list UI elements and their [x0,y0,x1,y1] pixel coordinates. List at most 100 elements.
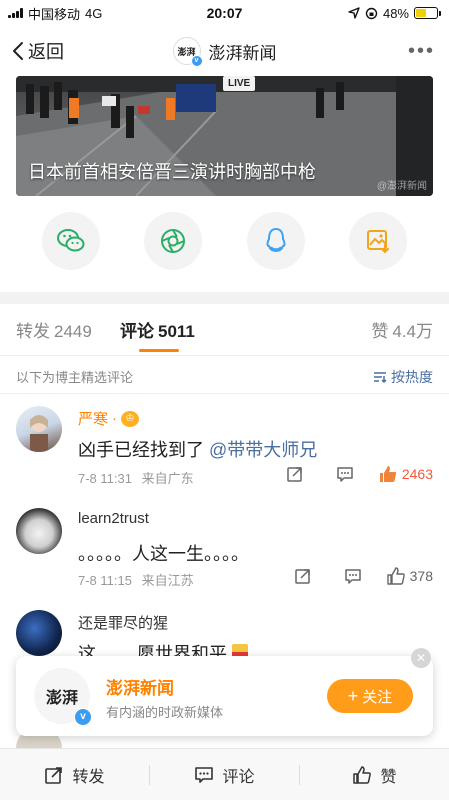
tab-likes-label: 赞 [371,322,389,341]
like-button[interactable]: 赞 [300,763,449,787]
comment-meta: 7-8 11:15 来自江苏 [78,570,194,589]
follow-card-avatar[interactable]: 澎湃 v [34,668,92,726]
status-bar: 中国移动 4G 20:07 48% [0,0,449,26]
comment-location: 来自广东 [141,471,194,486]
follow-card-logo-text: 澎湃 [45,688,78,707]
watermark: @澎湃新闻 [376,181,427,192]
thumbs-up-icon [353,765,372,784]
verified-badge-icon: v [190,55,203,67]
tab-likes-count: 4.4万 [392,322,433,341]
comment-icon [195,766,214,783]
comment-text: 。。。。。人这一生。。。。 [78,540,249,566]
commenter-name-row[interactable]: 严寒 · ♔ [78,408,140,429]
comment-label: 评论 [222,768,255,786]
save-image-button[interactable] [348,212,407,270]
nav-title[interactable]: 澎湃 v 澎湃新闻 [172,37,277,67]
close-card-button[interactable]: ✕ [411,648,431,668]
tab-comments-label: 评论 [120,322,154,341]
sort-by-hot-button[interactable]: 按热度 [373,367,433,387]
wechat-icon [57,229,85,252]
comment-text: 凶手已经找到了 @带带大师兄 [78,436,317,462]
comment-actions: 378 [278,566,433,586]
repost-comment-button[interactable] [270,465,320,483]
vip-crown-icon: ♔ [121,410,140,427]
network-label: 4G [85,5,103,21]
commenter-avatar[interactable] [16,508,62,554]
like-count: 2463 [401,466,433,482]
close-icon: ✕ [415,651,427,665]
share-moments-button[interactable] [144,212,203,270]
share-wechat-button[interactable] [42,212,101,270]
comment-location: 来自江苏 [141,573,194,588]
like-comment-button[interactable]: 378 [386,566,433,586]
qq-icon [266,227,286,253]
commenter-name: learn2trust [78,510,149,527]
section-divider [0,292,449,304]
like-comment-button[interactable]: 2463 [378,464,433,484]
comment-time: 7-8 11:31 [78,471,132,486]
back-label: 返回 [28,42,64,62]
thumbs-up-filled-icon [379,466,396,482]
comment-meta: 7-8 11:31 来自广东 [78,468,194,487]
comment-body: 凶手已经找到了 [78,440,204,460]
plus-icon: + [347,686,359,706]
comment-item: learn2trust 。。。。。人这一生。。。。 7-8 11:15 来自江苏… [0,500,449,600]
bottom-action-bar: 转发 评论 赞 [0,748,449,800]
reply-comment-button[interactable] [320,465,370,483]
orientation-lock-icon [365,7,378,19]
comment-icon [344,569,361,584]
commenter-name-row[interactable]: 还是罪尽的猩 [78,612,168,633]
account-name: 澎湃新闻 [208,43,277,63]
commenter-name: 严寒 [78,411,109,428]
share-arrow-icon [287,467,302,482]
video-banner[interactable]: LIVE 日本前首相安倍晋三演讲时胸部中枪 @澎湃新闻 [16,76,433,196]
tab-repost[interactable]: 转发 2449 [16,317,92,342]
share-arrow-icon [294,569,310,584]
follow-suggestion-card: 澎湃 v 澎湃新闻 有内涵的时政新媒体 + 关注 ✕ [16,648,433,736]
mention-link[interactable]: @带带大师兄 [209,440,317,460]
tab-comments-count: 5011 [158,322,195,341]
moments-icon [161,229,186,253]
follow-button[interactable]: + 关注 [327,679,413,713]
commenter-avatar[interactable] [16,406,62,452]
share-qq-button[interactable] [246,212,305,270]
repost-comment-button[interactable] [278,567,328,585]
like-label: 赞 [380,768,397,786]
repost-label: 转发 [72,768,105,786]
thumbs-up-icon [386,567,405,585]
follow-card-name[interactable]: 澎湃新闻 [106,674,174,699]
tab-repost-label: 转发 [16,322,50,341]
signal-icon [8,8,23,18]
follow-card-description: 有内涵的时政新媒体 [106,705,224,720]
share-row [0,212,449,274]
verified-badge-icon: v [74,708,92,726]
live-tag: LIVE [223,76,256,91]
repost-button[interactable]: 转发 [0,763,149,787]
tab-active-indicator [139,349,179,352]
reply-comment-button[interactable] [328,567,378,585]
commenter-name-row[interactable]: learn2trust [78,510,149,527]
carrier-label: 中国移动 [28,6,81,22]
filter-row: 以下为博主精选评论 按热度 [0,360,449,394]
chevron-left-icon [13,42,23,60]
sort-icon [374,371,387,383]
status-right: 48% [348,6,441,21]
comment-actions: 2463 [270,464,433,484]
curated-comments-note: 以下为博主精选评论 [16,370,134,385]
more-options-button[interactable]: ••• [408,40,435,63]
commenter-name: 还是罪尽的猩 [78,615,169,632]
status-left: 中国移动 4G [8,4,102,23]
battery-percent: 48% [382,5,409,21]
comment-item: 严寒 · ♔ 凶手已经找到了 @带带大师兄 7-8 11:31 来自广东 246… [0,396,449,496]
commenter-avatar[interactable] [16,610,62,656]
tab-likes[interactable]: 赞 4.4万 [371,317,433,342]
tab-comments[interactable]: 评论 5011 [120,317,195,342]
comment-time: 7-8 11:15 [78,573,132,588]
interaction-tabs: 转发 2449 评论 5011 赞 4.4万 [0,304,449,356]
comment-button[interactable]: 评论 [150,763,299,787]
back-button[interactable]: 返回 [12,38,64,64]
tab-repost-count: 2449 [54,322,92,341]
comment-body: 。。。。。人这一生。。。。 [78,544,249,564]
share-arrow-icon [45,766,63,784]
battery-icon [414,7,441,19]
